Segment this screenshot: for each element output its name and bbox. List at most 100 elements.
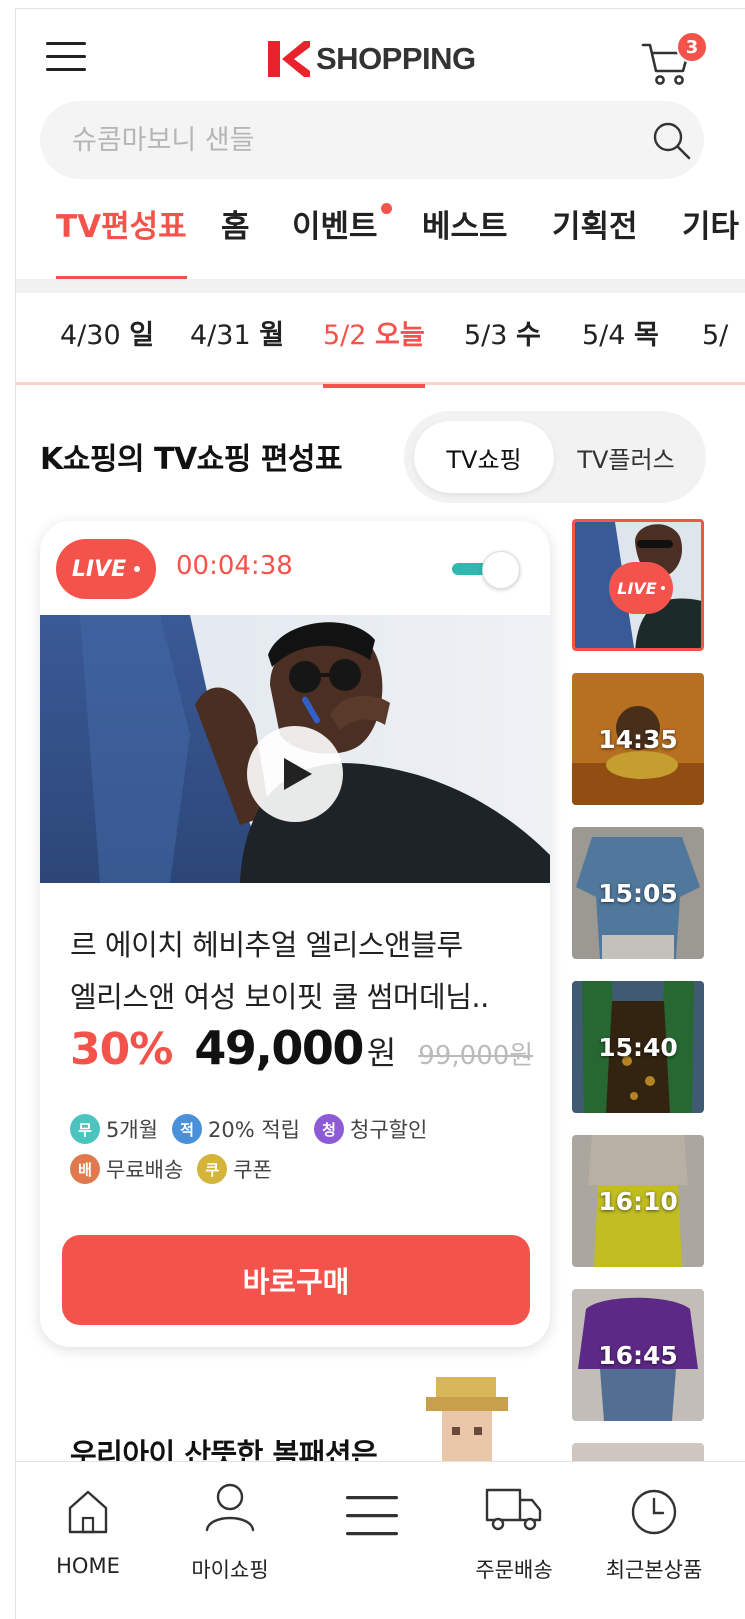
channel-toggle: TV쇼핑 TV플러스 bbox=[404, 411, 706, 503]
search-input[interactable] bbox=[40, 101, 630, 179]
nav-label: 최근본상품 bbox=[605, 1558, 703, 1582]
toggle-tv-shopping[interactable]: TV쇼핑 bbox=[414, 421, 554, 493]
date-tab[interactable]: 4/30 일 bbox=[60, 293, 154, 385]
tab-best[interactable]: 베스트 bbox=[422, 199, 508, 279]
date-tab[interactable]: 4/31 월 bbox=[190, 293, 284, 385]
thumb-live-badge: LIVE bbox=[609, 562, 673, 614]
benefit-text: 5개월 bbox=[106, 1118, 159, 1142]
nav-label: 마이쇼핑 bbox=[191, 1558, 269, 1582]
nav-order-delivery[interactable]: 주문배송 bbox=[444, 1462, 584, 1619]
coupon-icon: 쿠 bbox=[197, 1154, 228, 1184]
schedule-thumb-live[interactable]: LIVE bbox=[572, 519, 704, 651]
cart-count-badge: 3 bbox=[676, 31, 708, 63]
play-button[interactable] bbox=[247, 726, 343, 822]
benefit-installment: 무 5개월 bbox=[70, 1114, 158, 1144]
thumb-time: 16:45 bbox=[598, 1340, 678, 1370]
app-screen: SHOPPING 3 TV편성표 홈 이벤트 베스트 기획전 기타 4/30 일… bbox=[15, 8, 745, 1619]
live-badge: LIVE bbox=[56, 539, 156, 599]
k-logo-icon bbox=[268, 41, 310, 77]
nav-my-shopping[interactable]: 마이쇼핑 bbox=[160, 1462, 300, 1619]
nav-recent-items[interactable]: 최근본상품 bbox=[584, 1462, 724, 1619]
nav-menu[interactable] bbox=[302, 1462, 442, 1619]
benefit-billing-discount: 청 청구할인 bbox=[314, 1114, 427, 1144]
date-text: 5/4 bbox=[582, 320, 626, 351]
divider-band bbox=[16, 279, 745, 293]
schedule-thumb[interactable]: 16:45 bbox=[572, 1289, 704, 1421]
date-tab-today[interactable]: 5/2 오늘 bbox=[323, 293, 425, 388]
currency-unit: 원 bbox=[366, 1034, 397, 1072]
search-icon[interactable] bbox=[650, 119, 694, 163]
bottom-nav: HOME 마이쇼핑 주문배송 최근본상품 bbox=[16, 1461, 745, 1619]
date-text: 5/ bbox=[702, 320, 729, 351]
tab-tv-schedule[interactable]: TV편성표 bbox=[56, 199, 187, 279]
original-price: 99,000원 bbox=[418, 1041, 534, 1071]
thumb-time: 15:05 bbox=[598, 878, 678, 908]
installment-icon: 무 bbox=[70, 1114, 100, 1144]
thumb-time: 16:10 bbox=[598, 1186, 678, 1216]
cart-button[interactable]: 3 bbox=[641, 31, 708, 87]
nav-home[interactable]: HOME bbox=[18, 1462, 158, 1619]
clock-icon bbox=[631, 1489, 677, 1535]
thumb-time: 14:35 bbox=[598, 724, 678, 754]
benefit-free-shipping: 배 무료배송 bbox=[70, 1154, 183, 1184]
tab-special[interactable]: 기획전 bbox=[552, 199, 638, 279]
day-text: 오늘 bbox=[375, 320, 425, 351]
live-timer: 00:04:38 bbox=[176, 551, 293, 581]
truck-icon bbox=[485, 1488, 542, 1531]
buy-now-button[interactable]: 바로구매 bbox=[62, 1235, 530, 1325]
discount-rate: 30% bbox=[70, 1024, 173, 1075]
schedule-thumb[interactable]: 15:05 bbox=[572, 827, 704, 959]
tab-event-label: 이벤트 bbox=[292, 209, 378, 245]
benefit-list: 무 5개월 적 20% 적립 청 청구할인 배 무료배송 쿠 쿠폰 bbox=[70, 1109, 530, 1189]
shipping-icon: 배 bbox=[70, 1154, 100, 1184]
day-text: 월 bbox=[259, 320, 285, 351]
benefit-text: 20% 적립 bbox=[208, 1118, 301, 1142]
sale-price: 49,000 bbox=[194, 1021, 364, 1075]
day-text: 일 bbox=[129, 320, 155, 351]
logo-text: SHOPPING bbox=[316, 41, 476, 76]
points-icon: 적 bbox=[172, 1114, 203, 1144]
day-text: 목 bbox=[634, 320, 659, 351]
billing-discount-icon: 청 bbox=[314, 1114, 345, 1144]
date-text: 4/31 bbox=[190, 320, 251, 351]
date-tab[interactable]: 5/4 목 bbox=[582, 293, 659, 385]
tab-etc[interactable]: 기타 bbox=[682, 199, 739, 279]
benefit-text: 무료배송 bbox=[106, 1158, 184, 1182]
nav-label: 주문배송 bbox=[475, 1558, 553, 1582]
autoplay-toggle[interactable] bbox=[450, 545, 522, 593]
toggle-tv-plus[interactable]: TV플러스 bbox=[556, 421, 696, 493]
benefit-coupon: 쿠 쿠폰 bbox=[197, 1154, 272, 1184]
user-icon bbox=[205, 1483, 255, 1532]
nav-label: HOME bbox=[56, 1554, 120, 1578]
day-text: 수 bbox=[516, 320, 541, 351]
schedule-thumb[interactable]: 16:10 bbox=[572, 1135, 704, 1267]
hamburger-menu-icon[interactable] bbox=[46, 40, 86, 74]
thumb-time: 15:40 bbox=[598, 1032, 678, 1062]
benefit-text: 청구할인 bbox=[350, 1118, 428, 1142]
product-name-line: 엘리스앤 여성 보이핏 쿨 썸머데님.. bbox=[70, 980, 489, 1014]
live-video[interactable] bbox=[40, 615, 550, 883]
date-text: 5/2 bbox=[323, 320, 367, 351]
header: SHOPPING 3 bbox=[16, 9, 745, 101]
search-bar bbox=[40, 101, 704, 179]
date-tab[interactable]: 5/ bbox=[702, 293, 728, 385]
live-product-card: LIVE 00:04:38 르 에이치 헤비추얼 엘리스앤블루 엘리스앤 여성 … bbox=[40, 521, 550, 1347]
logo[interactable]: SHOPPING bbox=[264, 37, 476, 81]
date-text: 5/3 bbox=[464, 320, 508, 351]
section-title: K쇼핑의 TV쇼핑 편성표 bbox=[40, 442, 343, 477]
schedule-thumb[interactable]: 14:35 bbox=[572, 673, 704, 805]
date-tab[interactable]: 5/3 수 bbox=[464, 293, 541, 385]
menu-icon bbox=[346, 1496, 398, 1536]
schedule-thumb[interactable]: 15:40 bbox=[572, 981, 704, 1113]
date-text: 4/30 bbox=[60, 320, 121, 351]
product-name[interactable]: 르 에이치 헤비추얼 엘리스앤블루 엘리스앤 여성 보이핏 쿨 썸머데님.. bbox=[70, 919, 530, 1023]
price-row: 30% 49,000 원 99,000원 bbox=[70, 1021, 533, 1091]
benefit-points: 적 20% 적립 bbox=[172, 1114, 300, 1144]
tab-home[interactable]: 홈 bbox=[221, 199, 250, 279]
home-icon bbox=[68, 1490, 108, 1534]
tab-event[interactable]: 이벤트 bbox=[292, 199, 392, 279]
new-dot-badge bbox=[380, 203, 392, 214]
toggle-knob bbox=[482, 551, 520, 589]
date-tabs: 4/30 일 4/31 월 5/2 오늘 5/3 수 5/4 목 5/ bbox=[16, 293, 745, 388]
play-icon bbox=[284, 758, 312, 790]
